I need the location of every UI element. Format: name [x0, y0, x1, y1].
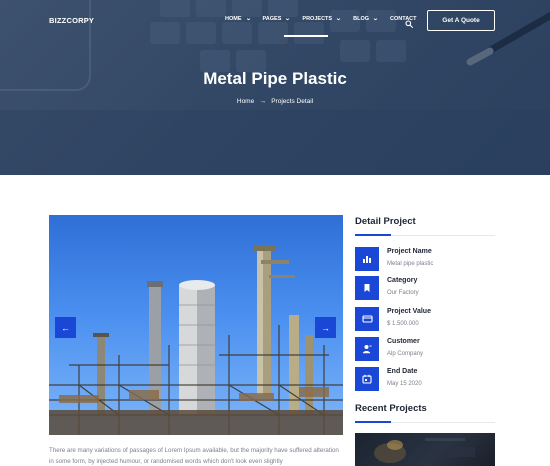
hero-banner: BIZZCORPY HOME ⌄ PAGES ⌄ PROJECTS ⌄ BLOG… [0, 0, 550, 175]
detail-item-project-value: Project Value $ 1.500.000 [355, 306, 495, 332]
detail-label: Project Value [387, 308, 431, 315]
brand-logo[interactable]: BIZZCORPY [49, 16, 94, 25]
detail-project-heading: Detail Project [355, 216, 416, 227]
detail-item-end-date: End Date May 15 2020 [355, 366, 495, 392]
calendar-icon [355, 367, 379, 391]
search-icon[interactable] [405, 15, 413, 28]
breadcrumb-home-link[interactable]: Home [237, 98, 254, 105]
user-icon [355, 337, 379, 361]
detail-label: Customer [387, 338, 420, 345]
project-description: There are many variations of passages of… [49, 447, 339, 465]
heading-accent-bar [355, 421, 391, 423]
nav-item-blog[interactable]: BLOG ⌄ [353, 15, 379, 23]
arrow-right-icon: → [259, 98, 267, 105]
nav-item-label: PAGES [262, 16, 282, 22]
main-menu: HOME ⌄ PAGES ⌄ PROJECTS ⌄ BLOG ⌄ CONTACT [225, 15, 429, 23]
nav-item-label: HOME [225, 16, 242, 22]
detail-item-category: Category Our Factory [355, 275, 495, 301]
detail-label: Category [387, 277, 418, 284]
slider-next-button[interactable]: → [315, 317, 336, 338]
industrial-plant-image [49, 245, 343, 435]
chevron-down-icon: ⌄ [335, 15, 342, 22]
bookmark-icon [355, 276, 379, 300]
detail-value: Alp Company [387, 351, 424, 357]
detail-item-customer: Customer Alp Company [355, 336, 495, 362]
page-title: Metal Pipe Plastic [203, 69, 347, 88]
detail-value: Metal pipe plastic [387, 261, 434, 267]
chevron-down-icon: ⌄ [372, 15, 379, 22]
nav-item-home[interactable]: HOME ⌄ [225, 15, 252, 23]
recent-project-image [374, 438, 475, 463]
active-nav-indicator [284, 35, 328, 37]
slider-prev-button[interactable]: ← [55, 317, 76, 338]
heading-accent-bar [355, 234, 391, 236]
nav-item-projects[interactable]: PROJECTS ⌄ [302, 15, 342, 23]
detail-value: Our Factory [387, 290, 419, 296]
breadcrumb-current: Projects Detail [271, 98, 314, 105]
arrow-left-icon: ← [61, 322, 70, 333]
top-navbar: BIZZCORPY HOME ⌄ PAGES ⌄ PROJECTS ⌄ BLOG… [0, 0, 550, 40]
nav-item-pages[interactable]: PAGES ⌄ [262, 15, 291, 23]
chevron-down-icon: ⌄ [284, 15, 291, 22]
detail-label: Project Name [387, 248, 432, 255]
project-image-slider: ← → [49, 215, 343, 435]
detail-value: May 15 2020 [387, 381, 422, 387]
wallet-icon [355, 307, 379, 331]
detail-value: $ 1.500.000 [387, 321, 419, 327]
chevron-down-icon: ⌄ [244, 15, 252, 22]
chart-icon [355, 247, 379, 271]
detail-item-project-name: Project Name Metal pipe plastic [355, 246, 495, 272]
arrow-right-icon: → [321, 322, 330, 333]
breadcrumb: Home → Projects Detail [0, 98, 550, 105]
detail-label: End Date [387, 368, 418, 375]
get-a-quote-button[interactable]: Get A Quote [427, 10, 495, 31]
heading-divider [355, 234, 495, 236]
nav-item-label: PROJECTS [302, 16, 333, 22]
recent-project-thumbnail[interactable] [355, 433, 495, 466]
recent-projects-heading: Recent Projects [355, 403, 427, 414]
heading-divider [355, 421, 495, 423]
nav-item-label: BLOG [353, 16, 369, 22]
